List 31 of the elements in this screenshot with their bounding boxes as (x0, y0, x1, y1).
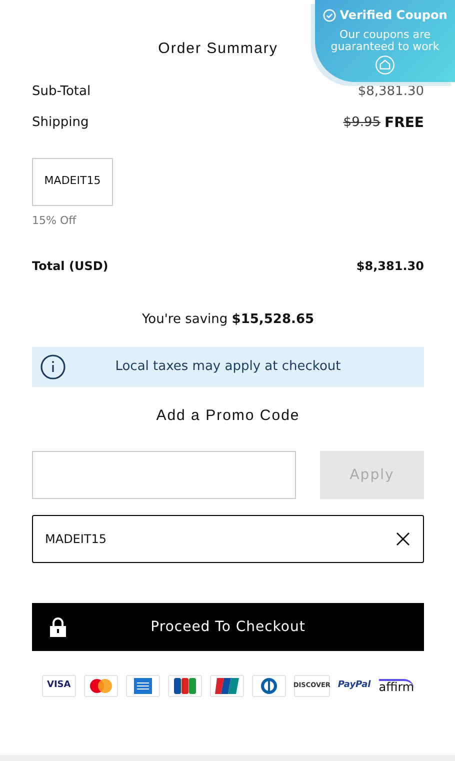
shipping-value: FREE (384, 114, 424, 132)
unionpay-logo (210, 675, 244, 697)
lock-icon (49, 617, 67, 637)
checkout-button[interactable]: Proceed To Checkout (32, 603, 424, 651)
section-title: Order Summary (158, 40, 278, 57)
promo-title: Add a Promo Code (156, 406, 300, 424)
check-circle-icon (322, 8, 336, 22)
promo-code-field[interactable] (32, 451, 296, 499)
total-value: $8,381.30 (356, 258, 424, 275)
applied-code-text: MADEIT15 (45, 531, 107, 548)
summary-label: Sub-Total (32, 83, 91, 102)
mastercard-logo (84, 675, 118, 697)
affirm-logo: affirm (378, 679, 414, 693)
applied-code-tag: MADEIT15 (32, 158, 113, 206)
discount-label: 15% Off (32, 212, 78, 228)
coupon-title: Verified Coupon (340, 7, 448, 24)
coupon-text: Our coupons are guaranteed to work (330, 29, 440, 54)
jcb-logo (168, 675, 202, 697)
old-price: $9.95 (343, 114, 381, 132)
home-icon (375, 55, 395, 76)
diners-logo (252, 675, 286, 697)
info-icon (40, 354, 66, 380)
paypal-logo: PayPal (338, 679, 371, 692)
remove-code-button[interactable] (395, 531, 411, 547)
total-label: Total (USD) (32, 258, 108, 275)
notice-text: Local taxes may apply at checkout (114, 358, 342, 376)
amex-logo (126, 675, 160, 697)
visa-logo: VISA (42, 675, 76, 697)
summary-label: Shipping (32, 114, 89, 132)
summary-value: $8,381.30 (358, 83, 424, 102)
savings-text: You're saving $15,528.65 (142, 312, 314, 327)
